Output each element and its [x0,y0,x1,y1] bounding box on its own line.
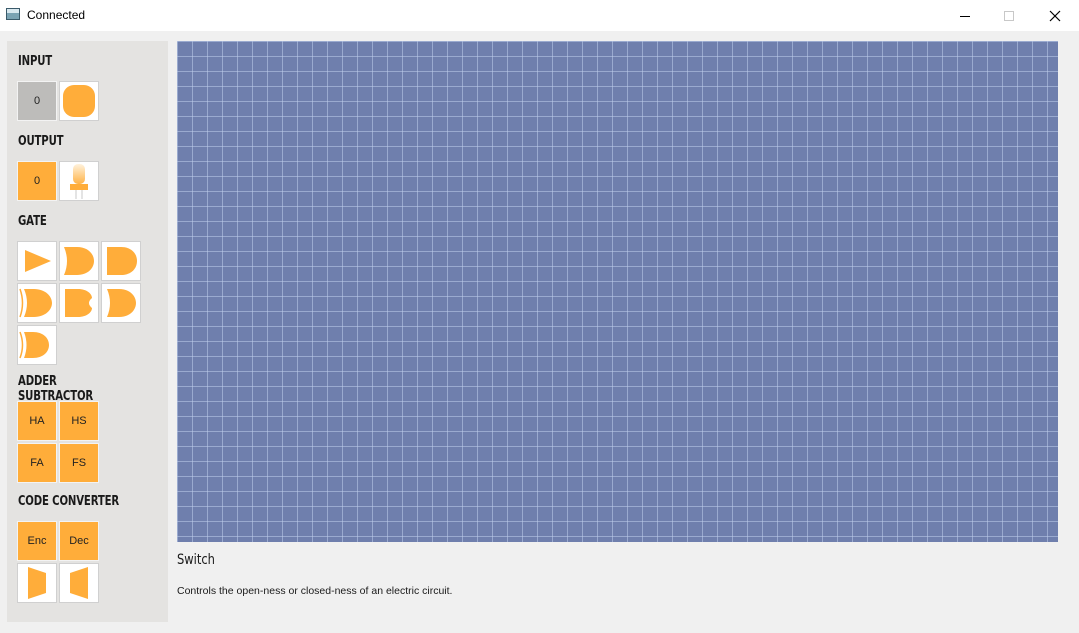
half-adder-tile[interactable]: HA [17,401,57,441]
minimize-icon [960,15,970,17]
close-icon [1049,10,1061,21]
full-adder-label: FA [30,457,44,469]
encoder-label: Enc [27,535,47,547]
section-label-output: OUTPUT [18,134,64,149]
half-adder-label: HA [29,415,45,427]
maximize-button[interactable] [986,0,1032,31]
half-subtractor-tile[interactable]: HS [59,401,99,441]
component-palette: INPUT 0 OUTPUT 0 GATE ADDER SUBTRACTOR H… [7,41,168,622]
full-subtractor-label: FS [71,457,87,469]
input-value-tile[interactable]: 0 [17,81,57,121]
and-gate-icon [64,247,94,275]
input-value: 0 [33,95,41,107]
demultiplexer-icon [70,567,88,599]
component-info-title: Switch [177,552,215,568]
nor-gate-tile[interactable] [59,283,99,323]
output-value: 0 [33,175,41,187]
section-label-gate: GATE [18,214,47,229]
decoder-label: Dec [69,535,89,547]
and-gate-tile[interactable] [59,241,99,281]
multiplexer-tile[interactable] [17,563,57,603]
switch-tile[interactable] [59,81,99,121]
xnor-gate-icon [19,331,49,359]
multiplexer-icon [28,567,46,599]
demultiplexer-tile[interactable] [59,563,99,603]
full-subtractor-tile[interactable]: FS [59,443,99,483]
xor-gate-tile[interactable] [101,283,141,323]
title-bar: Connected [0,0,1079,31]
maximize-icon [1004,10,1014,21]
nand-gate-icon [107,247,137,275]
full-adder-tile[interactable]: FA [17,443,57,483]
led-tile[interactable] [59,161,99,201]
buffer-gate-icon [25,250,51,272]
close-button[interactable] [1032,0,1078,31]
or-gate-tile[interactable] [17,283,57,323]
xnor-gate-tile[interactable] [17,325,57,365]
decoder-tile[interactable]: Dec [59,521,99,561]
circuit-canvas[interactable] [177,41,1058,542]
switch-icon [63,85,95,117]
nand-gate-tile[interactable] [101,241,141,281]
section-label-adder-subtractor: ADDER SUBTRACTOR [18,374,94,404]
xor-gate-icon [107,289,136,317]
section-label-input: INPUT [18,54,53,69]
section-label-code-converter: CODE CONVERTER [18,494,120,509]
app-icon [6,8,20,20]
window-title: Connected [27,8,86,22]
led-icon [70,164,88,199]
output-value-tile[interactable]: 0 [17,161,57,201]
or-gate-icon [19,288,52,318]
minimize-button[interactable] [942,0,988,31]
nor-gate-icon [65,289,92,317]
encoder-tile[interactable]: Enc [17,521,57,561]
component-info-description: Controls the open-ness or closed-ness of… [177,585,453,597]
half-subtractor-label: HS [71,415,87,427]
buffer-gate-tile[interactable] [17,241,57,281]
